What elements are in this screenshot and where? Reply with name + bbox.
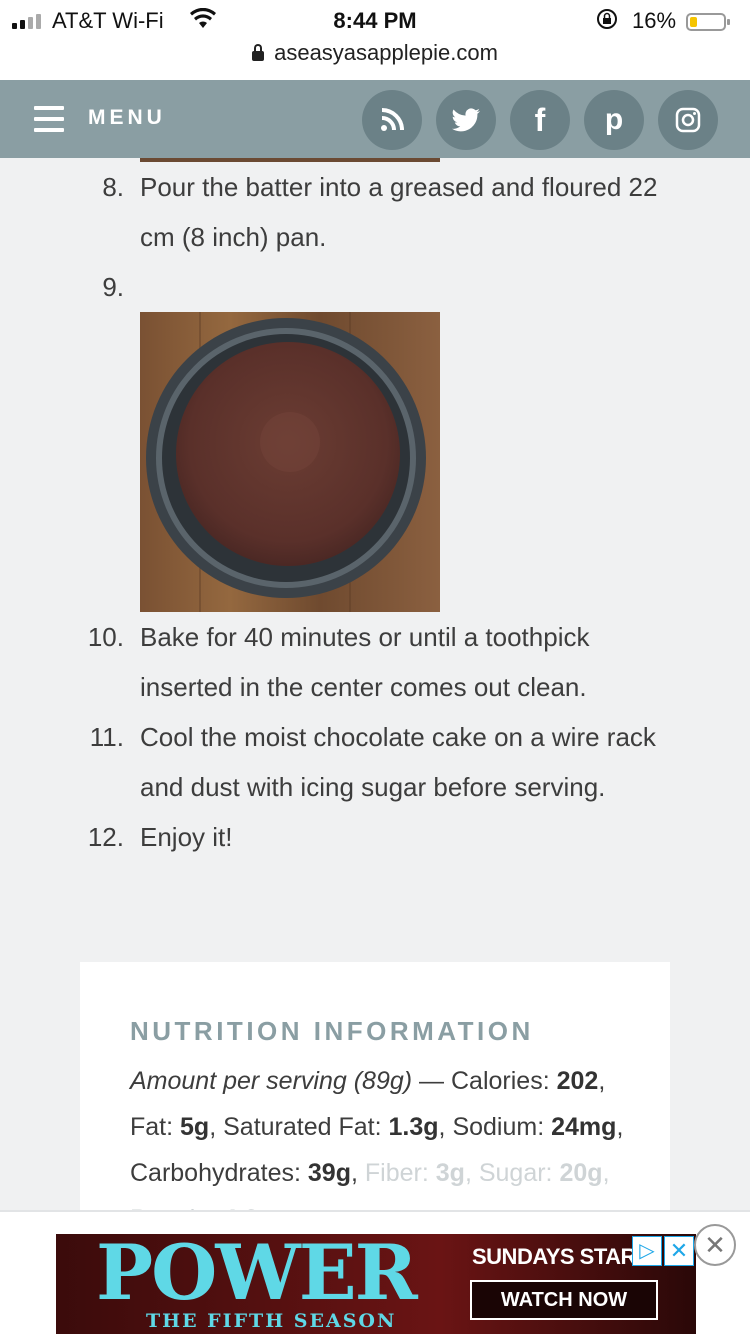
fat-value: 5g xyxy=(180,1113,210,1141)
lock-icon xyxy=(252,44,265,61)
nutrition-panel: NUTRITION INFORMATION Amount per serving… xyxy=(80,962,670,1222)
step-number: 10. xyxy=(87,622,124,652)
url-text: aseasyasapplepie.com xyxy=(274,40,498,65)
instruction-step: 12. Enjoy it! xyxy=(0,812,680,862)
battery-percent: 16% xyxy=(632,8,677,33)
hamburger-icon[interactable] xyxy=(34,106,64,132)
fiber-value: 3g xyxy=(435,1159,465,1187)
step-number: 8. xyxy=(102,172,124,202)
sat-fat-value: 1.3g xyxy=(388,1113,439,1141)
status-bar: AT&T Wi-Fi 8:44 PM 16% aseasyasapplepie.… xyxy=(0,0,750,80)
ad-banner[interactable]: POWER THE FIFTH SEASON SUNDAYS STAR WATC… xyxy=(56,1234,696,1334)
calories-value: 202 xyxy=(556,1067,599,1095)
instagram-button[interactable] xyxy=(658,90,718,150)
site-nav: MENU f p xyxy=(0,80,750,158)
ad-subtitle: THE FIFTH SEASON xyxy=(146,1310,397,1332)
carbs-value: 39g xyxy=(307,1159,351,1187)
serving-amount: Amount per serving (89g) xyxy=(130,1067,413,1095)
step-text: Bake for 40 minutes or until a toothpick… xyxy=(140,622,590,702)
instruction-step: 11. Cool the moist chocolate cake on a w… xyxy=(0,712,680,812)
sodium-value: 24mg xyxy=(551,1113,617,1141)
ad-headline: POWER xyxy=(96,1234,418,1317)
ad-tagline: SUNDAYS STAR xyxy=(472,1244,636,1269)
battery-icon xyxy=(686,13,730,31)
step-number: 12. xyxy=(87,822,124,852)
address-bar[interactable]: aseasyasapplepie.com xyxy=(0,40,750,66)
instruction-step: 8. Pour the batter into a greased and fl… xyxy=(0,162,680,262)
calories-label: Calories: xyxy=(451,1067,550,1095)
twitter-icon xyxy=(452,108,480,132)
step-number: 11. xyxy=(89,722,124,752)
cake-batter-photo xyxy=(140,312,440,612)
ad-close-icon[interactable]: ✕ xyxy=(664,1236,694,1266)
instagram-icon xyxy=(675,107,701,133)
instruction-step: 10. Bake for 40 minutes or until a tooth… xyxy=(0,612,680,712)
rotation-lock-icon xyxy=(596,8,618,36)
rss-icon xyxy=(381,108,404,131)
step-text: Enjoy it! xyxy=(140,822,233,852)
watch-now-button[interactable]: WATCH NOW xyxy=(470,1280,658,1320)
nutrition-title: NUTRITION INFORMATION xyxy=(130,1016,534,1046)
facebook-button[interactable]: f xyxy=(510,90,570,150)
step-number: 9. xyxy=(102,272,124,302)
nutrition-facts: Amount per serving (89g) — Calories: 202… xyxy=(130,1058,630,1222)
step-text: Cool the moist chocolate cake on a wire … xyxy=(140,722,656,802)
adchoices-icon[interactable]: ▷ xyxy=(632,1236,662,1266)
rss-button[interactable] xyxy=(362,90,422,150)
close-ad-button[interactable]: ✕ xyxy=(694,1224,736,1266)
twitter-button[interactable] xyxy=(436,90,496,150)
pinterest-icon: p xyxy=(604,103,624,136)
sugar-value: 20g xyxy=(559,1159,603,1187)
menu-button[interactable]: MENU xyxy=(88,106,166,130)
facebook-icon: f xyxy=(534,101,546,138)
step-text: Pour the batter into a greased and flour… xyxy=(140,172,658,252)
pinterest-button[interactable]: p xyxy=(584,90,644,150)
